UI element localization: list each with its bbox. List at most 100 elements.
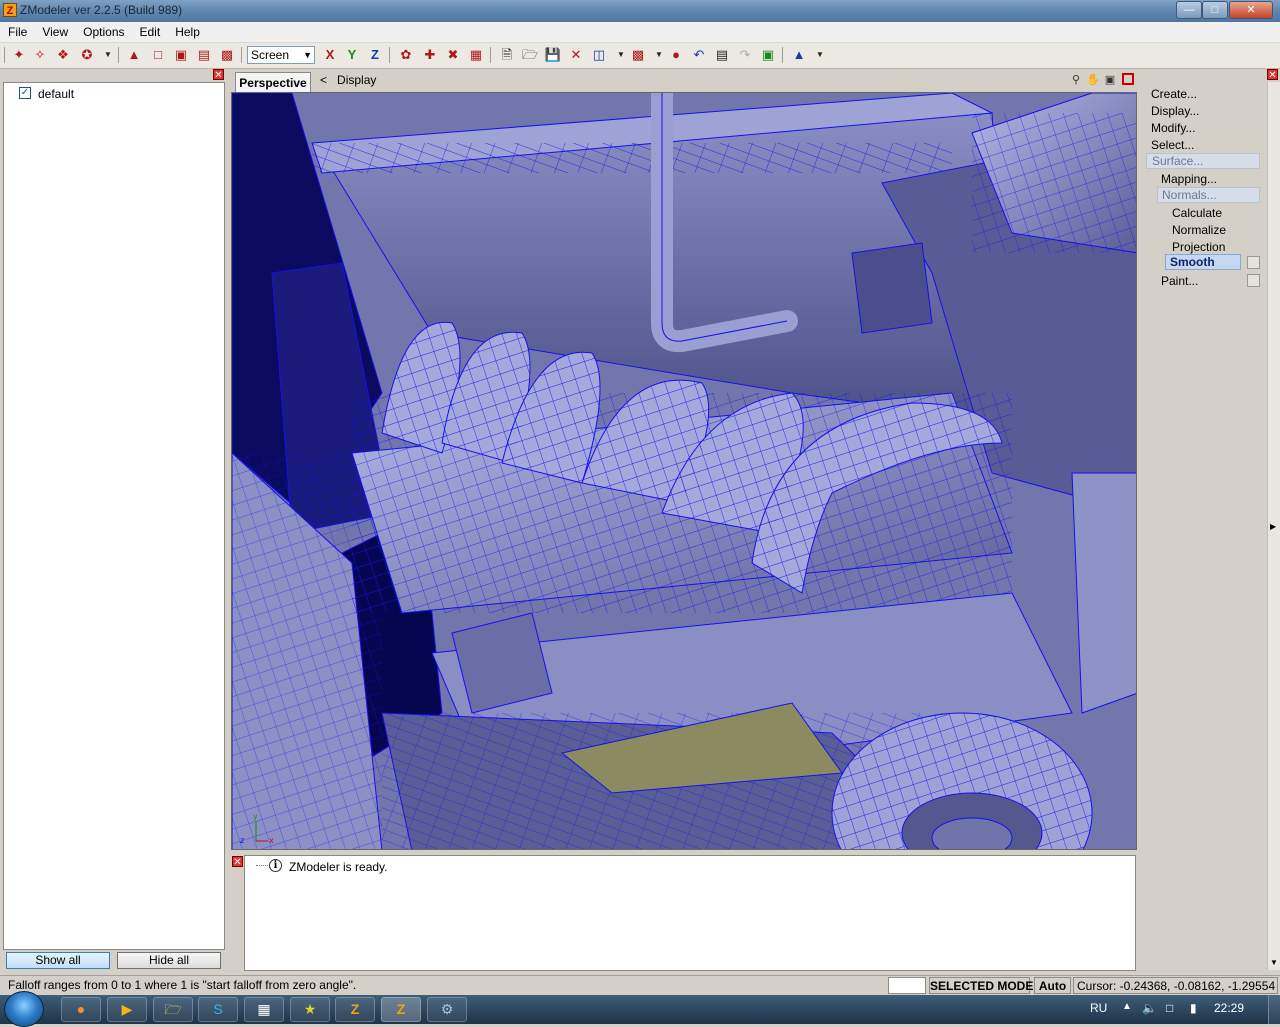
toolbar-separator [490,47,491,63]
scale-gizmo-icon[interactable]: ✖ [444,46,462,64]
menu-select[interactable]: Select... [1151,138,1194,152]
dropdown-arrow-icon[interactable]: ▼ [811,46,829,64]
z-axis-toggle[interactable]: Z [366,46,384,64]
pan-hand-icon[interactable]: ✋ [1086,73,1100,87]
menu-create[interactable]: Create... [1151,87,1197,101]
menu-smooth[interactable]: Smooth [1165,254,1241,270]
select-edge-icon[interactable]: ✧ [31,46,49,64]
chevron-down-icon: ▼ [303,50,312,60]
select-vertex-icon[interactable]: ✦ [10,46,28,64]
tree-item-checkbox[interactable]: ✓ [19,87,31,99]
menu-mapping[interactable]: Mapping... [1161,172,1217,186]
new-file-icon[interactable]: 🗎 [498,46,516,64]
record-icon[interactable]: ● [667,46,685,64]
menu-calculate[interactable]: Calculate [1172,206,1222,220]
redo-icon[interactable]: ↷ [736,46,754,64]
taskbar-zmodeler-active-icon[interactable]: Z [381,997,421,1022]
taskbar-firefox-icon[interactable]: ● [61,997,101,1022]
object-tree[interactable] [3,82,225,950]
status-hint: Falloff ranges from 0 to 1 where 1 is "s… [8,978,357,992]
cube-icon[interactable]: ▣ [172,46,190,64]
dropdown-arrow-icon[interactable]: ▼ [99,46,117,64]
import-icon[interactable]: ◫ [590,46,608,64]
zoom-icon[interactable]: ⚲ [1069,73,1083,87]
menu-display[interactable]: Display... [1151,104,1199,118]
cube-outline-icon[interactable]: ▤ [195,46,213,64]
menu-paint[interactable]: Paint... [1161,274,1198,288]
axis-gizmo-icon[interactable]: ✚ [421,46,439,64]
clock[interactable]: 22:29 [1214,1001,1244,1015]
scroll-thumb-icon[interactable]: ▶ [1270,522,1276,531]
taskbar-explorer-icon[interactable]: 🗁 [153,997,193,1022]
viewport-display-link[interactable]: < Display [320,73,376,87]
grid-snap-icon[interactable]: ▦ [467,46,485,64]
menu-surface[interactable]: Surface... [1146,153,1260,169]
menu-file[interactable]: File [0,22,34,39]
polygon-mode-icon[interactable]: ▲ [125,46,143,64]
box-icon[interactable]: □ [149,46,167,64]
close-icon[interactable]: ✕ [1267,69,1278,81]
start-button[interactable] [4,991,44,1027]
export-icon[interactable]: ▩ [629,46,647,64]
menu-normalize[interactable]: Normalize [1172,223,1226,237]
open-folder-icon[interactable]: 🗁 [521,46,539,64]
volume-icon[interactable]: 🔈 [1142,1001,1157,1015]
3d-viewport[interactable]: y z x [231,92,1137,850]
select-figure-icon[interactable]: ❖ [54,46,72,64]
select-object-icon[interactable]: ✪ [78,46,96,64]
notes-icon[interactable]: ▤ [713,46,731,64]
maximize-viewport-icon[interactable] [1122,73,1134,85]
fit-view-icon[interactable]: ▣ [1103,73,1117,87]
material-icon[interactable]: ▲ [790,46,808,64]
y-axis-toggle[interactable]: Y [343,46,361,64]
tray-expand-icon[interactable]: ▲ [1122,1001,1132,1012]
taskbar-skype-icon[interactable]: S [198,997,238,1022]
menu-modify[interactable]: Modify... [1151,121,1195,135]
selected-mode-indicator[interactable]: SELECTED MODE [929,977,1033,994]
language-indicator[interactable]: RU [1090,1001,1107,1015]
menu-view[interactable]: View [34,22,75,39]
taskbar-zmodeler-icon[interactable]: Z [335,997,375,1022]
close-button[interactable]: ✕ [1229,1,1273,19]
close-icon[interactable]: ✕ [213,69,224,81]
x-axis-toggle[interactable]: X [321,46,339,64]
network-icon[interactable]: □ [1166,1001,1173,1015]
taskbar-app-icon[interactable]: ★ [290,997,330,1022]
zmodeler-app-icon[interactable]: Z [3,3,17,17]
power-icon[interactable]: ▮ [1190,1001,1197,1015]
tab-perspective[interactable]: Perspective [235,72,311,92]
axis-z-label: z [240,836,244,845]
command-panel-scrollbar[interactable]: ▶ ▼ [1267,82,1280,970]
undo-icon[interactable]: ↶ [690,46,708,64]
hide-all-button[interactable]: Hide all [117,952,221,969]
dropdown-arrow-icon[interactable]: ▼ [612,46,630,64]
auto-mode-indicator[interactable]: Auto [1034,977,1071,994]
menu-edit[interactable]: Edit [132,22,168,39]
paint-options-button[interactable] [1247,274,1260,287]
coordinate-space-value: Screen [251,48,290,62]
menu-normals[interactable]: Normals... [1157,187,1260,203]
smooth-options-button[interactable] [1247,256,1260,269]
menu-help[interactable]: Help [167,22,207,39]
toolbar-separator [118,47,119,63]
menu-projection[interactable]: Projection [1172,240,1225,254]
scroll-down-icon[interactable]: ▼ [1270,958,1278,967]
taskbar-tool-icon[interactable]: ⚙ [427,997,467,1022]
tree-item-default[interactable]: default [38,87,74,101]
taskbar-media-player-icon[interactable]: ▶ [107,997,147,1022]
show-all-button[interactable]: Show all [6,952,110,969]
minimize-button[interactable]: — [1176,1,1202,19]
render-icon[interactable]: ▣ [759,46,777,64]
close-icon[interactable]: ✕ [232,856,243,868]
show-desktop-button[interactable] [1268,995,1280,1024]
snap-icon[interactable]: ✿ [397,46,415,64]
menu-options[interactable]: Options [75,22,131,39]
delete-icon[interactable]: ✕ [567,46,585,64]
taskbar-calculator-icon[interactable]: ▦ [244,997,284,1022]
save-icon[interactable]: 💾 [544,46,562,64]
toolbar-separator [241,47,242,63]
coordinate-space-select[interactable]: Screen ▼ [247,46,315,64]
maximize-button[interactable]: □ [1202,1,1228,19]
cube-red-icon[interactable]: ▩ [218,46,236,64]
dropdown-arrow-icon[interactable]: ▼ [650,46,668,64]
